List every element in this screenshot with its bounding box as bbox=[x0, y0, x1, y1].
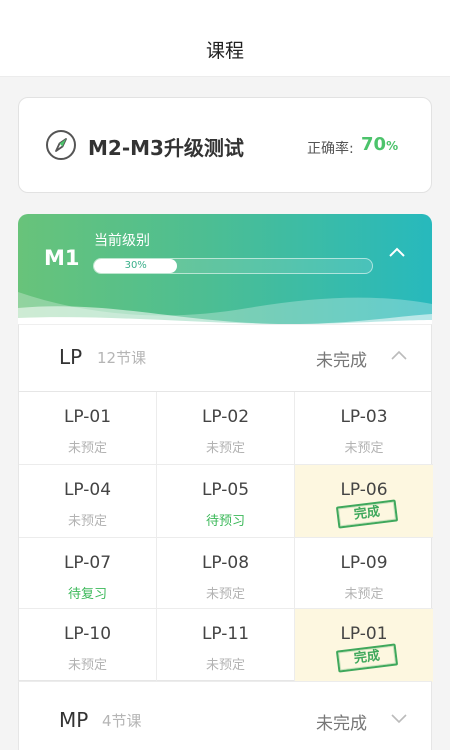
lesson-status: 未预定 bbox=[67, 658, 107, 673]
level-code: M1 bbox=[44, 246, 80, 270]
completed-stamp: 完成 bbox=[335, 643, 399, 673]
section-lp[interactable]: LP 12节课 未完成 bbox=[18, 324, 432, 391]
lesson-status: 未预定 bbox=[344, 587, 384, 602]
chevron-up-icon[interactable] bbox=[388, 246, 406, 258]
completed-stamp: 完成 bbox=[335, 499, 399, 529]
lesson-cell[interactable]: LP-09 未预定 bbox=[295, 538, 433, 609]
upgrade-test-card[interactable]: M2-M3升级测试 正确率: 70% bbox=[18, 97, 432, 193]
lesson-code: LP-10 bbox=[63, 624, 112, 644]
section-mp[interactable]: MP 4节课 未完成 bbox=[18, 681, 432, 750]
lesson-code: LP-09 bbox=[340, 553, 388, 573]
lesson-code: LP-02 bbox=[201, 407, 250, 427]
lesson-grid: LP-01 未预定 LP-02 未预定 LP-03 未预定 LP-04 未预定 LP-05 待预习… bbox=[18, 391, 433, 682]
lesson-code: LP-11 bbox=[201, 624, 250, 644]
lesson-code: LP-08 bbox=[201, 553, 250, 573]
lesson-cell[interactable]: LP-08 未预定 bbox=[157, 538, 295, 609]
lesson-status: 未预定 bbox=[67, 514, 107, 529]
accuracy-value: 70% bbox=[361, 134, 399, 155]
lesson-status: 未预定 bbox=[205, 658, 245, 673]
lesson-cell[interactable]: LP-05 待预习 bbox=[157, 465, 295, 538]
page-title: 课程 bbox=[205, 40, 244, 62]
lesson-cell[interactable]: LP-02 未预定 bbox=[157, 392, 295, 465]
current-level-card[interactable]: M1 当前级别 30% bbox=[18, 214, 432, 324]
lesson-cell[interactable]: LP-10 未预定 bbox=[19, 609, 157, 682]
lesson-code: LP-04 bbox=[63, 480, 112, 500]
lesson-status: 未预定 bbox=[344, 441, 384, 456]
section-status: 未完成 bbox=[316, 351, 367, 371]
compass-icon bbox=[46, 130, 76, 160]
lesson-code: LP-01 bbox=[63, 407, 112, 427]
section-lesson-count: 12节课 bbox=[97, 349, 147, 367]
nav-bar: 课程 bbox=[0, 0, 450, 77]
level-progress-bar: 30% bbox=[93, 258, 373, 274]
lesson-cell[interactable]: LP-01 完成 bbox=[295, 609, 433, 682]
lesson-status: 未预定 bbox=[67, 441, 107, 456]
chevron-up-icon[interactable] bbox=[391, 350, 407, 360]
lesson-cell[interactable]: LP-07 待复习 bbox=[19, 538, 157, 609]
lesson-code: LP-03 bbox=[340, 407, 388, 427]
lesson-code: LP-06 bbox=[340, 480, 388, 500]
progress-fill: 30% bbox=[94, 259, 178, 273]
section-lesson-count: 4节课 bbox=[102, 712, 142, 730]
chevron-down-icon[interactable] bbox=[391, 714, 407, 724]
level-label: 当前级别 bbox=[94, 233, 150, 249]
lesson-status: 待复习 bbox=[67, 587, 107, 602]
lesson-cell[interactable]: LP-03 未预定 bbox=[295, 392, 433, 465]
lesson-status: 待预习 bbox=[205, 514, 245, 529]
lesson-code: LP-07 bbox=[63, 553, 112, 573]
lesson-code: LP-01 bbox=[340, 624, 388, 644]
lesson-cell[interactable]: LP-04 未预定 bbox=[19, 465, 157, 538]
lesson-cell[interactable]: LP-06 完成 bbox=[295, 465, 433, 538]
lesson-cell[interactable]: LP-01 未预定 bbox=[19, 392, 157, 465]
section-status: 未完成 bbox=[316, 714, 367, 734]
lesson-status: 未预定 bbox=[205, 587, 245, 602]
section-name: LP bbox=[59, 345, 83, 369]
section-name: MP bbox=[59, 708, 89, 732]
lesson-cell[interactable]: LP-11 未预定 bbox=[157, 609, 295, 682]
lesson-code: LP-05 bbox=[201, 480, 250, 500]
lesson-status: 未预定 bbox=[205, 441, 245, 456]
test-title: M2-M3升级测试 bbox=[88, 136, 244, 160]
accuracy-label: 正确率: bbox=[307, 141, 354, 157]
